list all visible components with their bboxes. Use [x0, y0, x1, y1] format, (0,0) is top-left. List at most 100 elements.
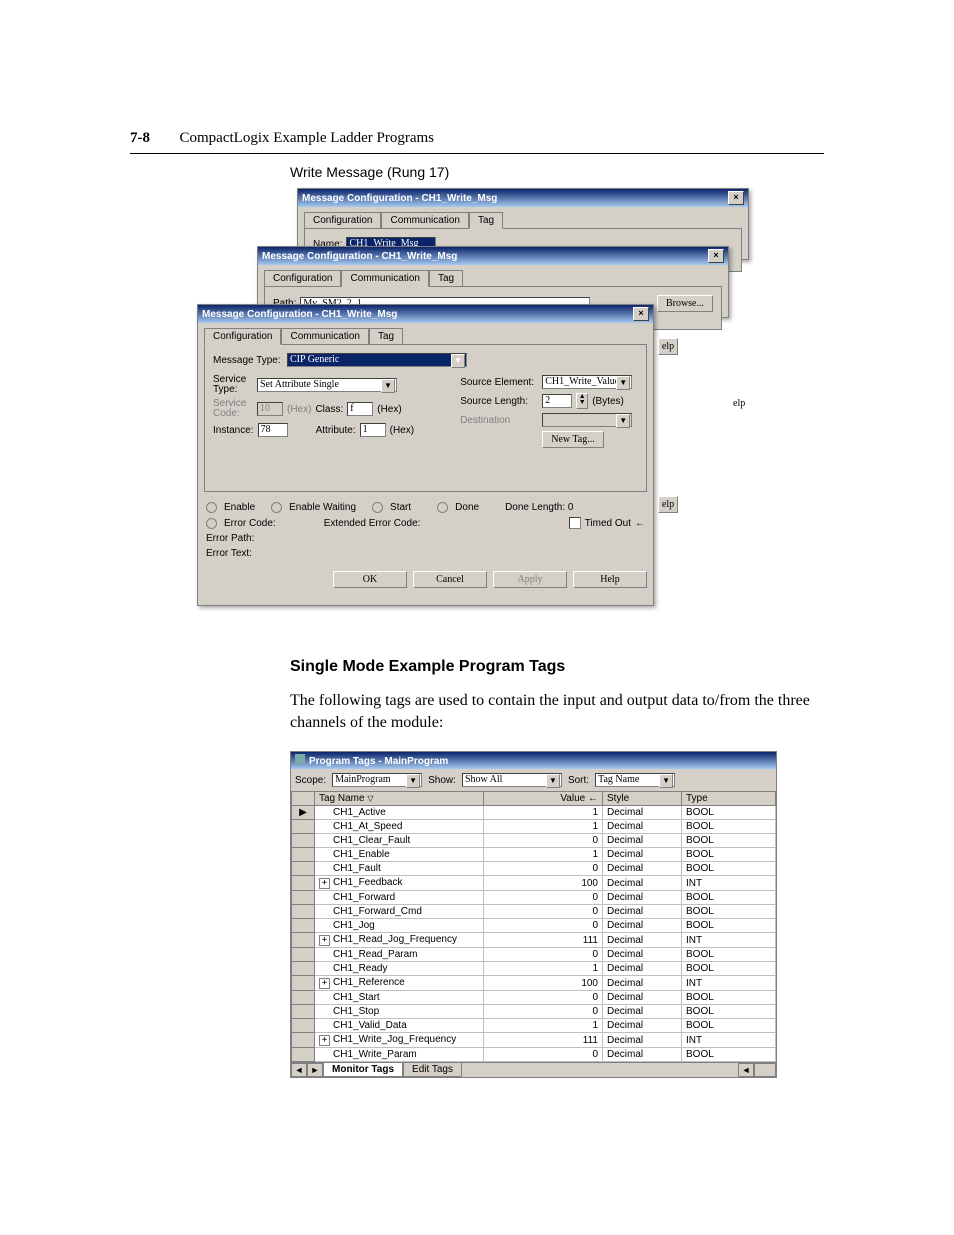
table-row[interactable]: CH1_Write_Param0DecimalBOOL: [292, 1048, 776, 1062]
status-dot-icon: [437, 502, 448, 513]
status-ext-error: Extended Error Code:: [324, 518, 421, 529]
row-selector[interactable]: [292, 1048, 315, 1062]
table-row[interactable]: CH1_Jog0DecimalBOOL: [292, 919, 776, 933]
row-selector[interactable]: [292, 976, 315, 991]
close-icon[interactable]: ×: [708, 249, 724, 263]
expand-icon[interactable]: +: [319, 878, 330, 889]
row-selector[interactable]: [292, 991, 315, 1005]
sort-dropdown[interactable]: Tag Name: [595, 773, 675, 787]
table-row[interactable]: ▶CH1_Active1DecimalBOOL: [292, 806, 776, 820]
row-selector[interactable]: [292, 962, 315, 976]
col-type[interactable]: Type: [682, 792, 776, 806]
row-selector[interactable]: [292, 891, 315, 905]
row-selector[interactable]: [292, 905, 315, 919]
table-row[interactable]: CH1_Read_Param0DecimalBOOL: [292, 948, 776, 962]
dialog-configuration: Message Configuration - CH1_Write_Msg × …: [197, 304, 654, 606]
message-type-label: Message Type:: [213, 355, 283, 366]
class-field[interactable]: f: [347, 402, 373, 416]
cell-value: 111: [484, 933, 603, 948]
hscroll-track[interactable]: [754, 1063, 776, 1077]
tab-scroll-right-icon[interactable]: ►: [307, 1063, 323, 1077]
cell-style: Decimal: [603, 891, 682, 905]
row-selector[interactable]: ▶: [292, 806, 315, 820]
expand-icon[interactable]: +: [319, 1035, 330, 1046]
table-row[interactable]: CH1_Forward0DecimalBOOL: [292, 891, 776, 905]
tab-configuration[interactable]: Configuration: [304, 212, 381, 229]
row-selector[interactable]: [292, 820, 315, 834]
timed-out-checkbox[interactable]: [569, 517, 581, 529]
col-value[interactable]: Value ←: [484, 792, 603, 806]
row-selector[interactable]: [292, 1019, 315, 1033]
help-fragment-button[interactable]: elp: [658, 496, 678, 513]
table-row[interactable]: +CH1_Reference100DecimalINT: [292, 976, 776, 991]
tab-configuration[interactable]: Configuration: [264, 270, 341, 287]
cell-value: 0: [484, 991, 603, 1005]
tab-tag[interactable]: Tag: [469, 212, 503, 229]
close-icon[interactable]: ×: [728, 191, 744, 205]
tab-communication[interactable]: Communication: [341, 270, 428, 287]
tab-tag[interactable]: Tag: [369, 328, 403, 345]
show-dropdown[interactable]: Show All: [462, 773, 562, 787]
ok-button[interactable]: OK: [333, 571, 407, 588]
cancel-button[interactable]: Cancel: [413, 571, 487, 588]
attribute-field[interactable]: 1: [360, 423, 386, 437]
row-selector[interactable]: [292, 1033, 315, 1048]
table-row[interactable]: CH1_Start0DecimalBOOL: [292, 991, 776, 1005]
service-code-field: 10: [257, 402, 283, 416]
tab-scroll-left-icon[interactable]: ◄: [291, 1063, 307, 1077]
expand-icon[interactable]: +: [319, 935, 330, 946]
cell-tagname: CH1_At_Speed: [315, 820, 484, 834]
table-row[interactable]: CH1_Fault0DecimalBOOL: [292, 862, 776, 876]
source-element-label: Source Element:: [460, 377, 538, 388]
tab-communication[interactable]: Communication: [281, 328, 368, 345]
instance-field[interactable]: 78: [258, 423, 288, 437]
tab-communication[interactable]: Communication: [381, 212, 468, 229]
row-selector[interactable]: [292, 848, 315, 862]
row-selector[interactable]: [292, 933, 315, 948]
tab-configuration[interactable]: Configuration: [204, 328, 281, 345]
hscroll-left-icon[interactable]: ◄: [738, 1063, 754, 1077]
message-type-dropdown[interactable]: CIP Generic: [287, 353, 467, 367]
table-row[interactable]: CH1_Valid_Data1DecimalBOOL: [292, 1019, 776, 1033]
source-length-field[interactable]: 2: [542, 394, 572, 408]
service-type-label: Service Type:: [213, 375, 253, 395]
close-icon[interactable]: ×: [633, 307, 649, 321]
row-selector[interactable]: [292, 919, 315, 933]
row-selector[interactable]: [292, 876, 315, 891]
service-type-dropdown[interactable]: Set Attribute Single: [257, 378, 397, 392]
help-button[interactable]: Help: [573, 571, 647, 588]
cell-style: Decimal: [603, 876, 682, 891]
table-row[interactable]: CH1_Enable1DecimalBOOL: [292, 848, 776, 862]
cell-type: BOOL: [682, 1005, 776, 1019]
spinner-icon[interactable]: ▲▼: [576, 393, 588, 409]
scope-dropdown[interactable]: MainProgram: [332, 773, 422, 787]
table-row[interactable]: +CH1_Write_Jog_Frequency111DecimalINT: [292, 1033, 776, 1048]
col-style[interactable]: Style: [603, 792, 682, 806]
col-tagname[interactable]: Tag Name ▽: [315, 792, 484, 806]
hex-label: (Hex): [390, 425, 414, 436]
source-element-dropdown[interactable]: CH1_Write_Value: [542, 375, 632, 389]
tab-monitor-tags[interactable]: Monitor Tags: [323, 1063, 403, 1077]
browse-button[interactable]: Browse...: [657, 295, 713, 312]
table-row[interactable]: CH1_At_Speed1DecimalBOOL: [292, 820, 776, 834]
cell-style: Decimal: [603, 991, 682, 1005]
new-tag-button[interactable]: New Tag...: [542, 431, 604, 448]
status-done: Done: [455, 502, 479, 513]
cell-type: BOOL: [682, 820, 776, 834]
table-row[interactable]: CH1_Forward_Cmd0DecimalBOOL: [292, 905, 776, 919]
row-selector[interactable]: [292, 834, 315, 848]
status-start: Start: [390, 502, 411, 513]
help-fragment-button[interactable]: elp: [658, 338, 678, 355]
tab-tag[interactable]: Tag: [429, 270, 463, 287]
table-row[interactable]: CH1_Clear_Fault0DecimalBOOL: [292, 834, 776, 848]
row-selector[interactable]: [292, 948, 315, 962]
row-selector[interactable]: [292, 1005, 315, 1019]
expand-icon[interactable]: +: [319, 978, 330, 989]
table-row[interactable]: CH1_Ready1DecimalBOOL: [292, 962, 776, 976]
row-selector[interactable]: [292, 862, 315, 876]
cell-type: BOOL: [682, 962, 776, 976]
table-row[interactable]: CH1_Stop0DecimalBOOL: [292, 1005, 776, 1019]
table-row[interactable]: +CH1_Read_Jog_Frequency111DecimalINT: [292, 933, 776, 948]
tab-edit-tags[interactable]: Edit Tags: [403, 1063, 462, 1077]
table-row[interactable]: +CH1_Feedback100DecimalINT: [292, 876, 776, 891]
